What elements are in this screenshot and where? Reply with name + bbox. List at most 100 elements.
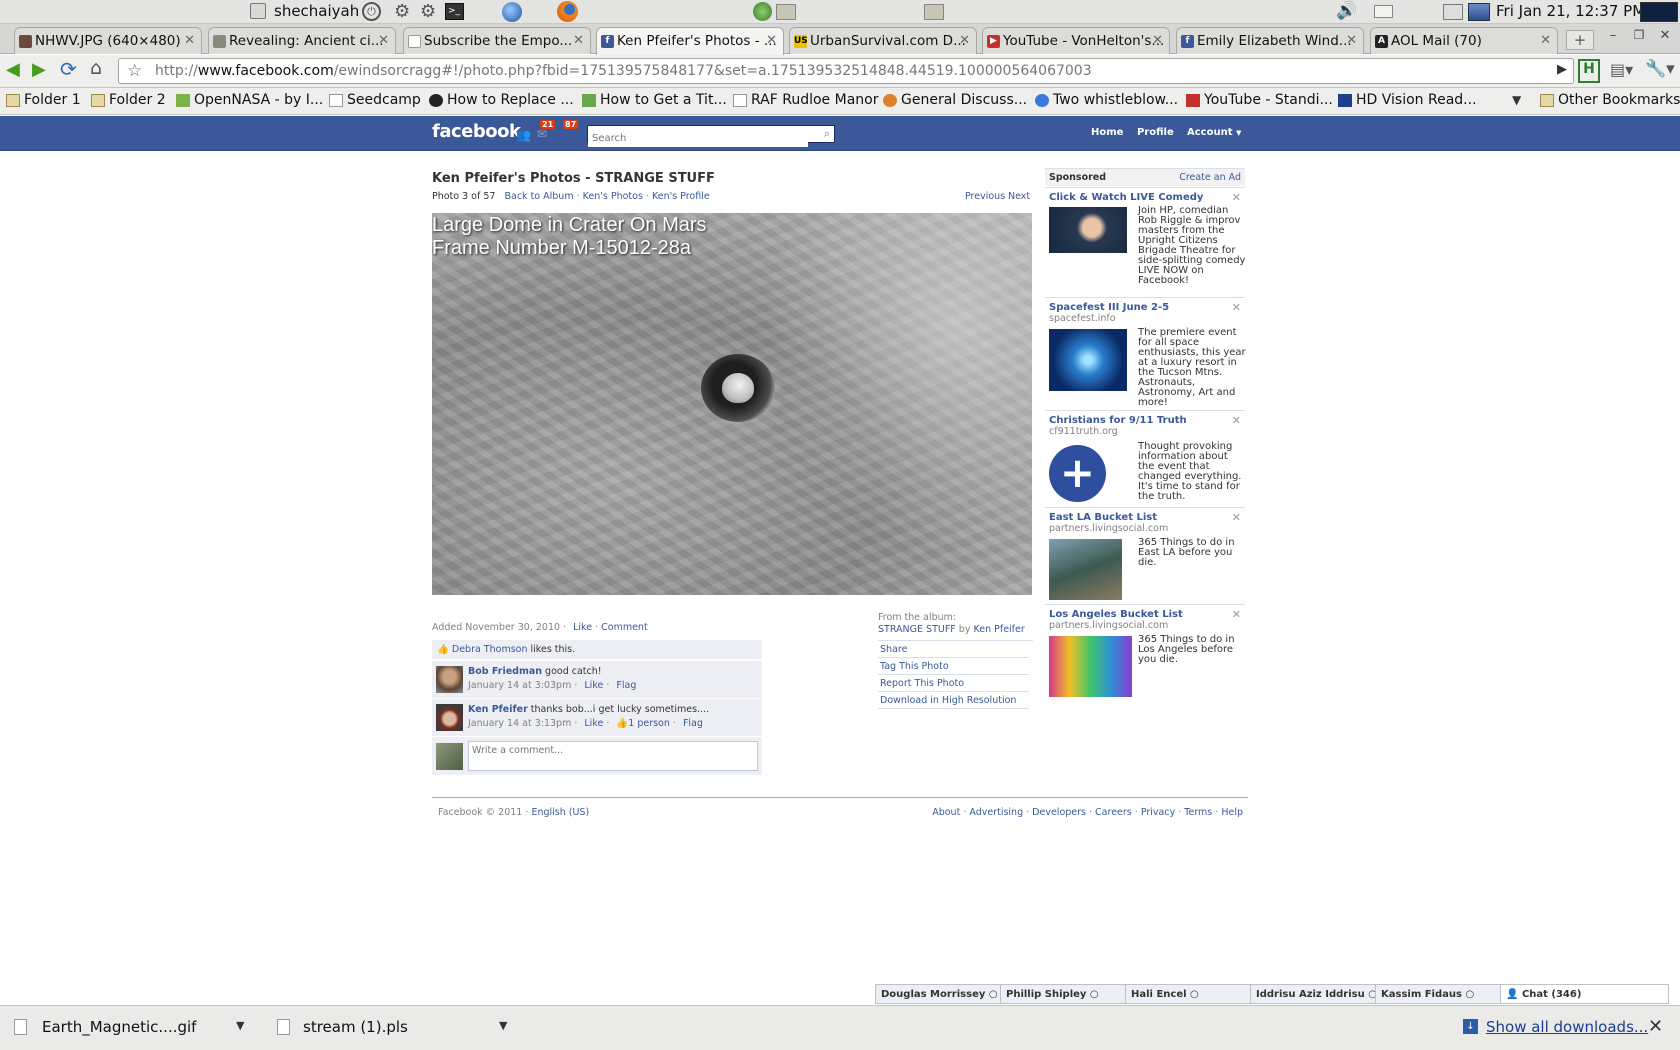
power-icon[interactable]: ⏻ [362, 2, 381, 21]
close-icon[interactable]: ✕ [1232, 301, 1241, 314]
window-icon[interactable] [250, 3, 266, 19]
tab[interactable]: NHWV.JPG (640×480) ✕ [14, 27, 202, 54]
close-icon[interactable]: ✕ [1232, 608, 1241, 621]
close-tab-icon[interactable]: ✕ [1152, 33, 1163, 48]
bookmark[interactable]: YouTube - Standi... [1184, 92, 1333, 108]
chevron-down-icon[interactable]: ▼ [499, 1019, 507, 1032]
comment-like-link[interactable]: Like [584, 718, 603, 729]
footer-link-terms[interactable]: Terms [1184, 807, 1212, 818]
comment-like-link[interactable]: Like [584, 680, 603, 691]
network-icon[interactable] [1468, 3, 1490, 21]
search-icon[interactable]: ⌕ [824, 127, 830, 141]
footer-link-help[interactable]: Help [1221, 807, 1243, 818]
next-link[interactable]: Next [1008, 191, 1030, 202]
comment-author[interactable]: Ken Pfeifer [468, 704, 528, 715]
search-input[interactable] [588, 130, 808, 147]
download-hi-res-link[interactable]: Download in High Resolution [878, 692, 1029, 709]
ad-title[interactable]: Los Angeles Bucket List [1045, 609, 1245, 620]
ad-title[interactable]: Click & Watch LIVE Comedy [1045, 192, 1245, 203]
restore-button[interactable]: ❐ [1628, 28, 1650, 46]
other-bookmarks[interactable]: Other Bookmarks [1538, 92, 1680, 108]
close-tab-icon[interactable]: ✕ [184, 33, 195, 48]
nav-home[interactable]: Home [1091, 127, 1123, 138]
go-arrow-icon[interactable]: ▶ [1557, 62, 1567, 77]
download-item[interactable]: stream (1).pls ▼ [277, 1016, 517, 1040]
system-monitor-icon[interactable] [1640, 2, 1678, 22]
folder-icon[interactable] [776, 4, 796, 20]
ad-image[interactable] [1049, 539, 1122, 600]
likes-count-link[interactable]: 1 person [628, 718, 670, 729]
search-field[interactable]: ⌕ [587, 125, 835, 147]
cross-icon[interactable]: + [1049, 445, 1106, 502]
close-tab-icon[interactable]: ✕ [766, 33, 777, 48]
nav-profile[interactable]: Profile [1137, 127, 1174, 138]
bookmark[interactable]: Seedcamp [327, 92, 421, 108]
bookmark[interactable]: RAF Rudloe Manor [731, 92, 878, 108]
clock[interactable]: Fri Jan 21, 12:37 PM [1496, 2, 1645, 20]
tag-photo-link[interactable]: Tag This Photo [878, 658, 1029, 675]
footer-link-developers[interactable]: Developers [1032, 807, 1086, 818]
extension-icon[interactable]: H [1578, 59, 1600, 83]
bookmark[interactable]: How to Get a Tit... [580, 92, 727, 108]
bookmark[interactable]: How to Replace ... [427, 92, 574, 108]
tab[interactable]: f Emily Elizabeth Wind... ✕ [1176, 27, 1364, 54]
settings-icon[interactable]: ⚙ [394, 1, 410, 22]
new-tab-button[interactable]: + [1566, 30, 1594, 50]
ad-unit[interactable]: Click & Watch LIVE Comedy ✕ Join HP, com… [1045, 187, 1245, 297]
page-menu-icon[interactable]: ▤▾ [1610, 60, 1633, 79]
create-ad-link[interactable]: Create an Ad [1179, 172, 1241, 183]
folder-icon[interactable] [924, 4, 944, 20]
language-link[interactable]: English (US) [531, 807, 589, 818]
download-item[interactable]: Earth_Magnetic....gif ▼ [14, 1016, 254, 1040]
forward-arrow-icon[interactable]: ▶ [32, 59, 46, 80]
avatar[interactable] [436, 704, 463, 731]
chat-button[interactable]: 👤 Chat (346) [1501, 985, 1668, 1003]
close-icon[interactable]: ✕ [1232, 511, 1241, 524]
report-photo-link[interactable]: Report This Photo [878, 675, 1029, 692]
messages-icon[interactable]: ✉ [537, 127, 547, 141]
minimize-button[interactable]: – [1602, 28, 1624, 46]
flag-link[interactable]: Flag [683, 718, 703, 729]
chat-buddy[interactable]: Phillip Shipley ○ [1001, 985, 1126, 1003]
bookmark-folder[interactable]: Folder 1 [4, 92, 81, 108]
main-photo[interactable]: Large Dome in Crater On Mars Frame Numbe… [432, 213, 1032, 595]
ad-title[interactable]: Christians for 9/11 Truth [1045, 415, 1245, 426]
back-arrow-icon[interactable]: ◀ [6, 59, 20, 80]
photos-link[interactable]: Ken's Photos [583, 191, 643, 202]
bookmarks-overflow-icon[interactable]: ▼ [1512, 93, 1521, 107]
ad-image[interactable] [1049, 207, 1127, 253]
comment-author[interactable]: Bob Friedman [468, 666, 542, 677]
bookmark[interactable]: HD Vision Read... [1336, 92, 1477, 108]
facebook-logo[interactable]: facebook [432, 121, 521, 142]
comment-input[interactable] [468, 741, 758, 771]
close-icon[interactable]: ✕ [1232, 414, 1241, 427]
close-window-button[interactable]: ✕ [1654, 28, 1676, 46]
close-tab-icon[interactable]: ✕ [959, 33, 970, 48]
ad-unit[interactable]: East LA Bucket List partners.livingsocia… [1045, 507, 1245, 604]
ad-unit[interactable]: Spacefest III June 2-5 spacefest.info ✕ … [1045, 297, 1246, 410]
nav-account[interactable]: Account ▼ [1187, 127, 1241, 138]
chat-buddy[interactable]: Iddrisu Aziz Iddrisu ○ [1251, 985, 1376, 1003]
album-name-link[interactable]: STRANGE STUFF [878, 624, 956, 635]
liker-name[interactable]: Debra Thomson [452, 644, 528, 655]
tab-active[interactable]: f Ken Pfeifer's Photos - ... ✕ [596, 27, 784, 55]
volume-icon[interactable]: 🔊 [1336, 1, 1357, 21]
firefox-icon[interactable] [557, 1, 578, 22]
close-icon[interactable]: ✕ [1232, 191, 1241, 204]
bookmark-star-icon[interactable]: ☆ [127, 61, 142, 81]
close-tab-icon[interactable]: ✕ [378, 33, 389, 48]
ad-title[interactable]: East LA Bucket List [1045, 512, 1245, 523]
chat-buddy[interactable]: Douglas Morrissey ○ [876, 985, 1001, 1003]
close-tab-icon[interactable]: ✕ [1540, 33, 1551, 48]
bookmark[interactable]: OpenNASA - by I... [174, 92, 323, 108]
globe-icon[interactable] [753, 2, 772, 21]
tab[interactable]: A AOL Mail (70) ✕ [1370, 27, 1558, 54]
close-tab-icon[interactable]: ✕ [1346, 33, 1357, 48]
home-icon[interactable]: ⌂ [90, 57, 102, 79]
share-link[interactable]: Share [878, 641, 1029, 658]
tab[interactable]: US UrbanSurvival.com D... ✕ [789, 27, 977, 54]
album-owner-link[interactable]: Ken Pfeifer [973, 624, 1024, 635]
ad-image[interactable] [1049, 636, 1132, 697]
ad-title[interactable]: Spacefest III June 2-5 [1045, 302, 1245, 313]
chevron-down-icon[interactable]: ▼ [236, 1019, 244, 1032]
